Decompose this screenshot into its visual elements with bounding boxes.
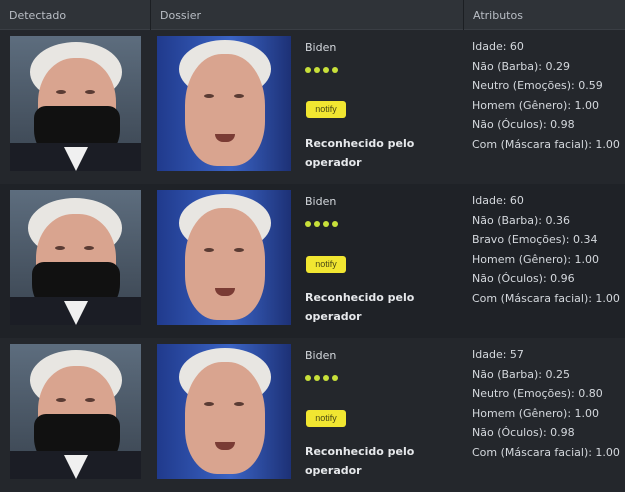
attributes-list: Idade: 57 Não (Barba): 0.25 Neutro (Emoç… bbox=[472, 345, 622, 462]
table-row[interactable]: Biden notify Reconhecido pelo operador I… bbox=[0, 338, 625, 492]
person-name[interactable]: Biden bbox=[305, 195, 336, 208]
attribute-glasses: Não (Óculos): 0.98 bbox=[472, 426, 575, 439]
attribute-age: Idade: 60 bbox=[472, 40, 524, 53]
results-table: Detectado Dossier Atributos Biden notify… bbox=[0, 0, 625, 492]
attributes-list: Idade: 60 Não (Barba): 0.29 Neutro (Emoç… bbox=[472, 37, 622, 154]
notify-button[interactable]: notify bbox=[306, 256, 346, 273]
attribute-gender: Homem (Gênero): 1.00 bbox=[472, 252, 600, 266]
table-header: Detectado Dossier Atributos bbox=[0, 0, 625, 30]
table-row[interactable]: Biden notify Reconhecido pelo operador I… bbox=[0, 184, 625, 338]
detected-face-image[interactable] bbox=[10, 36, 141, 171]
dossier-photo[interactable] bbox=[157, 344, 291, 479]
column-header-attributes[interactable]: Atributos bbox=[464, 0, 625, 30]
column-header-detected[interactable]: Detectado bbox=[0, 0, 151, 30]
attribute-gender: Homem (Gênero): 1.00 bbox=[472, 98, 600, 112]
detected-face-image[interactable] bbox=[10, 344, 141, 479]
attribute-beard: Não (Barba): 0.36 bbox=[472, 213, 571, 227]
attribute-beard: Não (Barba): 0.29 bbox=[472, 59, 571, 73]
attribute-emotion: Neutro (Emoções): 0.80 bbox=[472, 387, 603, 400]
recognition-status: Reconhecido pelo operador bbox=[305, 291, 415, 323]
person-name[interactable]: Biden bbox=[305, 41, 336, 54]
column-header-dossier[interactable]: Dossier bbox=[151, 0, 464, 30]
attribute-glasses: Não (Óculos): 0.96 bbox=[472, 272, 575, 285]
detected-face-image[interactable] bbox=[10, 190, 141, 325]
attribute-gender: Homem (Gênero): 1.00 bbox=[472, 406, 600, 420]
confidence-dots bbox=[305, 371, 341, 384]
attribute-face-mask: Com (Máscara facial): 1.00 bbox=[472, 137, 620, 151]
dossier-photo[interactable] bbox=[157, 36, 291, 171]
attribute-face-mask: Com (Máscara facial): 1.00 bbox=[472, 445, 620, 459]
attribute-age: Idade: 57 bbox=[472, 348, 524, 361]
attribute-emotion: Bravo (Emoções): 0.34 bbox=[472, 233, 598, 246]
confidence-dots bbox=[305, 63, 341, 76]
attributes-list: Idade: 60 Não (Barba): 0.36 Bravo (Emoçõ… bbox=[472, 191, 622, 308]
attribute-emotion: Neutro (Emoções): 0.59 bbox=[472, 79, 603, 92]
confidence-dots bbox=[305, 217, 341, 230]
recognition-status: Reconhecido pelo operador bbox=[305, 137, 415, 169]
table-row[interactable]: Biden notify Reconhecido pelo operador I… bbox=[0, 30, 625, 184]
attribute-beard: Não (Barba): 0.25 bbox=[472, 367, 571, 381]
notify-button[interactable]: notify bbox=[306, 101, 346, 118]
notify-button[interactable]: notify bbox=[306, 410, 346, 427]
recognition-status: Reconhecido pelo operador bbox=[305, 445, 415, 477]
person-name[interactable]: Biden bbox=[305, 349, 336, 362]
attribute-glasses: Não (Óculos): 0.98 bbox=[472, 118, 575, 131]
attribute-face-mask: Com (Máscara facial): 1.00 bbox=[472, 291, 620, 305]
dossier-photo[interactable] bbox=[157, 190, 291, 325]
attribute-age: Idade: 60 bbox=[472, 194, 524, 207]
